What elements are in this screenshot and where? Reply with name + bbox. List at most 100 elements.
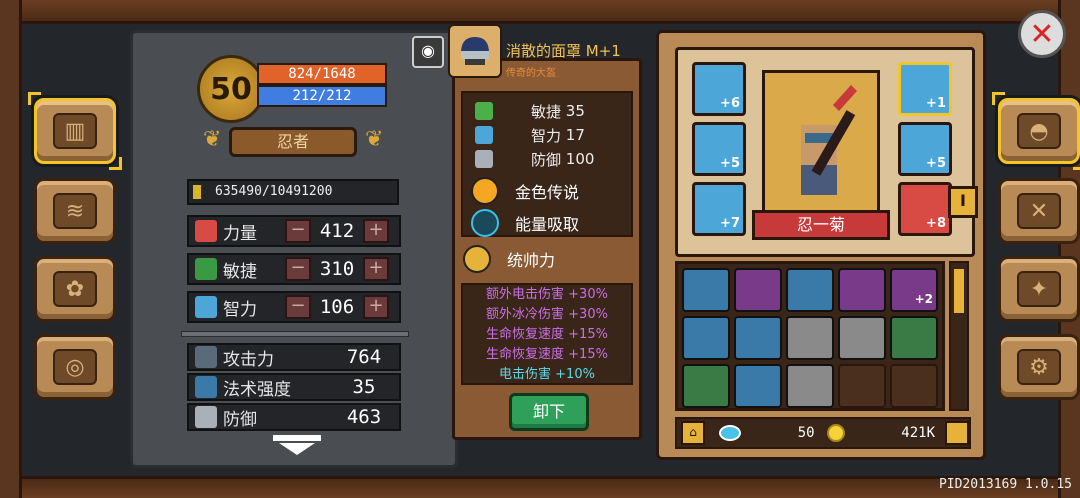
scroll-down-arrow-icon[interactable] [273,435,321,457]
divider [181,331,409,337]
crossed-swords-icon: ✕ [1017,193,1061,229]
inventory-slot[interactable] [838,268,886,312]
party-icon: ✿ [53,271,97,307]
scroll-icon [195,296,217,318]
item-stat-defense: 防御 100 [475,147,625,171]
item-stat-label: 智力 [531,126,562,145]
character-sprite [801,85,857,195]
hp-bar: 824/1648 [257,63,387,85]
decrease-button[interactable]: − [285,219,311,243]
inventory-slot-empty[interactable] [838,364,886,408]
frame-bottom [0,476,1080,498]
item-name: 消散的面罩 M+1 [506,42,621,60]
equipment-set-tab[interactable]: I [948,186,978,218]
inventory-slot[interactable] [786,316,834,360]
equip-slot-ring[interactable]: +6 [692,62,746,116]
nav-skills-button[interactable]: ✕ [998,178,1080,244]
item-stats-box: 敏捷 35 智力 17 防御 100 金色传说 能量吸取 [461,91,633,237]
increase-button[interactable]: + [363,257,389,281]
nav-equipment-button[interactable]: ◓ [992,92,1080,170]
gem-icon [719,425,741,441]
wand-icon [195,376,217,398]
lock-toggle-button[interactable]: ⌂ [681,421,705,445]
inventory-slot[interactable] [786,268,834,312]
camera-button[interactable]: ◉ [412,36,444,68]
shield-icon [195,406,217,428]
frame-left [0,0,22,498]
resource-bar: ⌂ 50 421K [675,417,971,449]
laurel-right-icon: ❦ [365,127,384,152]
gear-icon: ⚙ [1017,349,1061,385]
nav-map-button[interactable]: ≋ [34,178,116,244]
camera-icon: ◉ [421,41,435,60]
slot-badge: +1 [926,96,946,111]
xp-text: 635490/10491200 [215,184,333,199]
inventory-slot[interactable] [838,316,886,360]
item-skill-command[interactable]: 统帅力 [463,243,633,275]
gold-count: 421K [901,425,936,441]
nav-journal-button[interactable]: ▥ [28,92,122,170]
inventory-grid: +2 [675,261,945,411]
slot-badge: +5 [720,156,740,171]
attr-value: 412 [319,220,355,242]
inventory-slot[interactable]: +2 [890,268,938,312]
nav-settings-button[interactable]: ⚙ [998,334,1080,400]
slot-badge: +8 [926,216,946,231]
inventory-slot[interactable] [734,316,782,360]
sword-icon [195,346,217,368]
equip-slot-amulet[interactable]: +5 [692,122,746,176]
close-button[interactable]: ✕ [1018,10,1066,58]
equip-slot-weapon[interactable]: +8 [898,182,952,236]
item-stat-value: 100 [565,150,595,168]
derived-value: 35 [352,376,376,398]
unequip-button[interactable]: 卸下 [509,393,589,431]
inventory-slot-empty[interactable] [890,364,938,408]
lock-icon: ⌂ [689,425,697,439]
inventory-slot[interactable] [734,364,782,408]
version-label: PID2013169 1.0.15 [938,477,1072,492]
sort-grid-button[interactable] [945,421,970,445]
item-stat-value: 17 [565,126,585,144]
item-skill-label: 统帅力 [507,251,556,270]
scroll-thumb[interactable] [954,269,964,313]
inventory-slot[interactable] [786,364,834,408]
derived-row-spellpower: 法术强度 35 [187,373,401,401]
attr-label: 敏捷 [223,261,257,282]
derived-label: 攻击力 [223,349,274,370]
fist-icon [195,220,217,242]
item-skill-legendary[interactable]: 金色传说 [471,175,641,207]
inventory-slot[interactable] [682,316,730,360]
character-name-ribbon: 忍一菊 [752,210,890,240]
bonus-line: 生命恢复速度 +15% [486,347,608,362]
item-thumbnail [448,24,502,78]
map-icon: ≋ [53,193,97,229]
item-stat-label: 敏捷 [531,102,562,121]
xp-bar: 635490/10491200 [187,179,399,205]
frame-top [0,0,1080,24]
equipment-panel: +6 +5 +7 +1 +5 +8 忍一菊 +2 ⌂ 50 421K [656,30,986,460]
decrease-button[interactable]: − [285,257,311,281]
decrease-button[interactable]: − [285,295,311,319]
equip-slot-armor[interactable]: +5 [898,122,952,176]
inventory-scrollbar[interactable] [949,261,969,411]
inventory-slot[interactable] [682,268,730,312]
equip-slot-boots[interactable]: +7 [692,182,746,236]
frame-right [1058,0,1080,498]
inventory-slot[interactable] [734,268,782,312]
increase-button[interactable]: + [363,219,389,243]
bonus-line: 生命恢复速度 +15% [486,327,608,342]
bonus-list: 额外电击伤害 +30% 额外冰冷伤害 +30% 生命恢复速度 +15% 生命恢复… [461,283,633,385]
item-stat-intelligence: 智力 17 [475,123,625,147]
nav-talents-button[interactable]: ✦ [998,256,1080,322]
item-skill-drain[interactable]: 能量吸取 [471,207,641,239]
item-stat-label: 防御 [531,150,562,169]
nav-party-button[interactable]: ✿ [34,256,116,322]
inventory-slot[interactable] [890,316,938,360]
item-header: ◉ 消散的面罩 M+1 传奇的大盔 [412,24,642,82]
attr-row-intelligence: 智力 − 106 + [187,291,401,323]
inventory-slot[interactable] [682,364,730,408]
equip-slot-helmet[interactable]: +1 [898,62,952,116]
feather-icon [475,102,493,120]
nav-vehicle-button[interactable]: ◎ [34,334,116,400]
increase-button[interactable]: + [363,295,389,319]
